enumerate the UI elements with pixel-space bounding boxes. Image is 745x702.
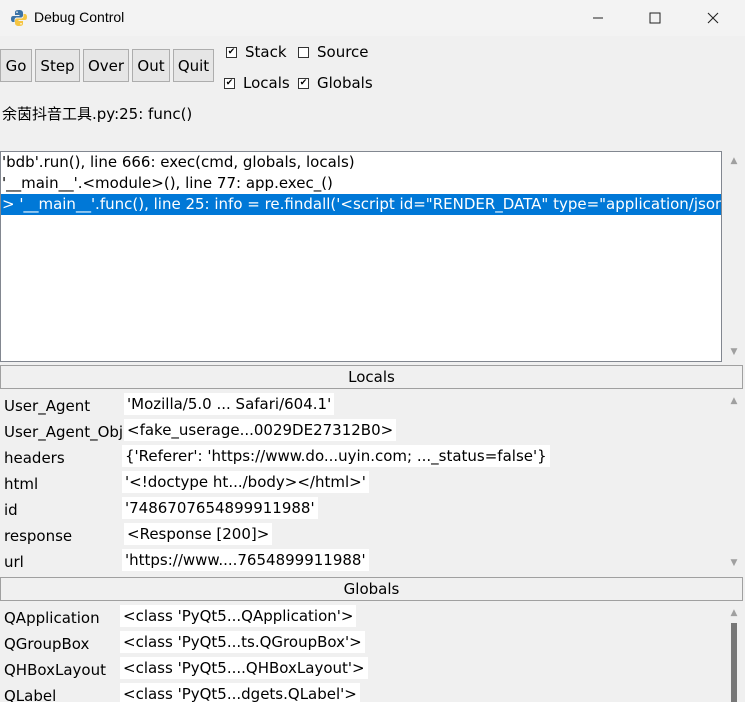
- stack-frame[interactable]: '__main__'.<module>(), line 77: app.exec…: [1, 173, 721, 194]
- local-var-name: url: [4, 553, 24, 571]
- checkbox-mark: [298, 46, 309, 58]
- globals-checkbox-label: Globals: [317, 74, 373, 92]
- local-var-value: <fake_userage...0029DE27312B0>: [124, 419, 397, 441]
- global-var-value: <class 'PyQt5...ts.QGroupBox'>: [120, 631, 365, 653]
- window-title: Debug Control: [34, 9, 125, 25]
- maximize-button[interactable]: [632, 0, 678, 36]
- local-var-value: {'Referer': 'https://www.do...uyin.com; …: [122, 445, 550, 467]
- local-var-name: html: [4, 475, 39, 493]
- local-var-value: '7486707654899911988': [122, 497, 318, 519]
- locals-header: Locals: [0, 365, 743, 389]
- locals-scrollbar[interactable]: ▲ ▼: [724, 391, 744, 573]
- global-var-value: <class 'PyQt5...dgets.QLabel'>: [120, 683, 360, 702]
- over-button[interactable]: Over: [83, 49, 129, 82]
- close-button[interactable]: [690, 0, 736, 36]
- local-var-name: headers: [4, 449, 65, 467]
- minimize-button[interactable]: [575, 0, 621, 36]
- stack-listbox[interactable]: 'bdb'.run(), line 666: exec(cmd, globals…: [0, 151, 722, 362]
- scroll-down-icon[interactable]: ▼: [724, 553, 744, 573]
- close-icon: [707, 12, 719, 24]
- local-var-value: '<!doctype ht.../body></html>': [122, 471, 369, 493]
- global-var-name: QLabel: [4, 687, 57, 702]
- global-var-value: <class 'PyQt5....QHBoxLayout'>: [120, 657, 368, 679]
- stack-frame-selected[interactable]: > '__main__'.func(), line 25: info = re.…: [1, 194, 721, 215]
- local-var-name: User_Agent_Obj: [4, 423, 124, 441]
- out-button[interactable]: Out: [132, 49, 170, 82]
- checkbox-mark: [298, 77, 309, 89]
- scroll-up-icon[interactable]: ▲: [724, 391, 744, 411]
- local-var-name: response: [4, 527, 73, 545]
- source-checkbox-label: Source: [317, 43, 369, 61]
- status-line: 余茵抖音工具.py:25: func(): [2, 105, 193, 123]
- globals-scrollbar[interactable]: ▲: [724, 603, 744, 702]
- locals-checkbox[interactable]: Locals: [224, 73, 290, 93]
- local-var-name: id: [4, 501, 18, 519]
- checkbox-mark: [224, 77, 235, 89]
- local-var-value: <Response [200]>: [124, 523, 273, 545]
- step-button[interactable]: Step: [35, 49, 80, 82]
- checkbox-mark: [226, 46, 237, 58]
- python-icon: [11, 10, 27, 26]
- stack-checkbox-label: Stack: [245, 43, 287, 61]
- locals-checkbox-label: Locals: [243, 74, 290, 92]
- global-var-name: QGroupBox: [4, 635, 90, 653]
- globals-checkbox[interactable]: Globals: [298, 73, 373, 93]
- scroll-up-icon[interactable]: ▲: [724, 603, 744, 623]
- stack-frame[interactable]: 'bdb'.run(), line 666: exec(cmd, globals…: [1, 152, 721, 173]
- local-var-value: 'https://www....7654899911988': [122, 549, 369, 571]
- global-var-value: <class 'PyQt5...QApplication'>: [120, 605, 357, 627]
- local-var-name: User_Agent: [4, 397, 91, 415]
- title-bar: Debug Control: [0, 0, 745, 36]
- stack-checkbox[interactable]: Stack: [226, 42, 287, 62]
- scroll-down-icon[interactable]: ▼: [724, 342, 744, 362]
- stack-scrollbar[interactable]: ▲ ▼: [724, 151, 744, 362]
- scrollbar-thumb[interactable]: [731, 623, 737, 702]
- source-checkbox[interactable]: Source: [298, 42, 369, 62]
- scroll-up-icon[interactable]: ▲: [724, 151, 744, 171]
- global-var-name: QApplication: [4, 609, 100, 627]
- maximize-icon: [649, 12, 661, 24]
- global-var-name: QHBoxLayout: [4, 661, 106, 679]
- local-var-value: 'Mozilla/5.0 ... Safari/604.1': [124, 393, 335, 415]
- quit-button[interactable]: Quit: [173, 49, 214, 82]
- go-button[interactable]: Go: [0, 49, 32, 82]
- globals-header: Globals: [0, 577, 743, 601]
- minimize-icon: [593, 17, 603, 19]
